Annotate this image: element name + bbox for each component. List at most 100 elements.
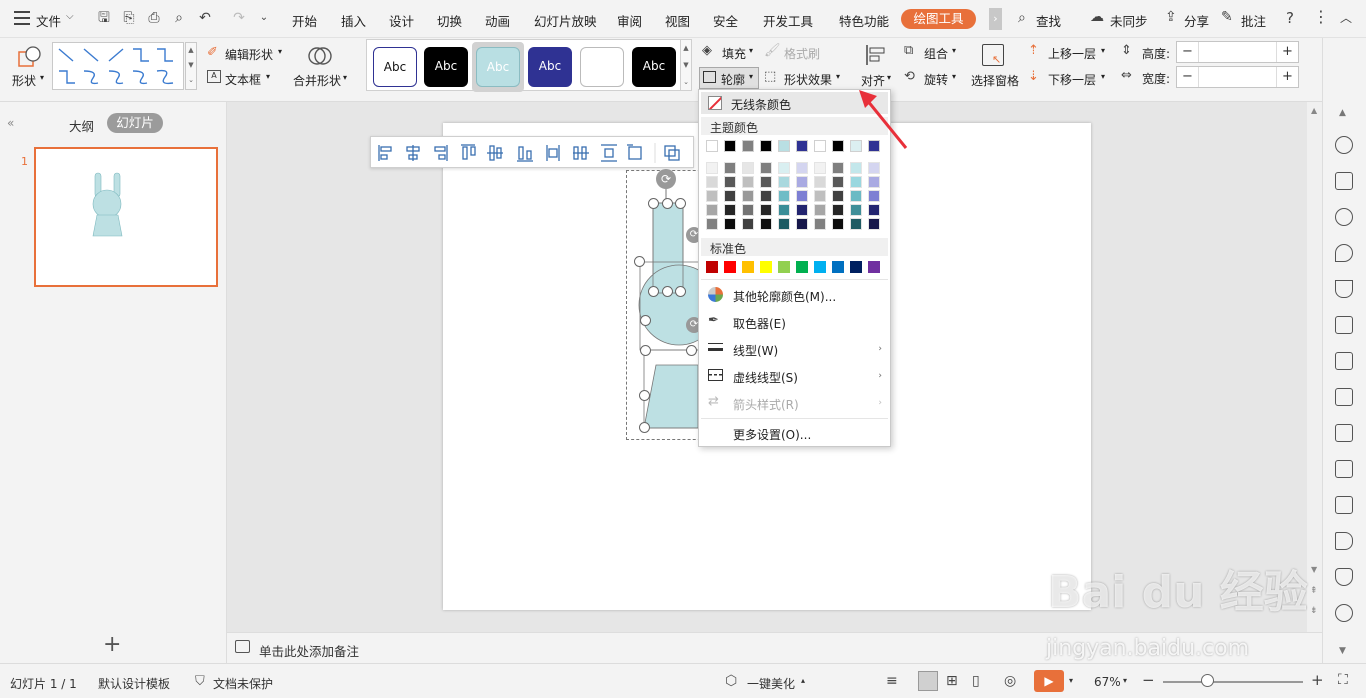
- shape-icon[interactable]: [18, 46, 42, 68]
- height-field[interactable]: − +: [1176, 41, 1299, 63]
- theme-shade-swatch[interactable]: [850, 204, 862, 216]
- theme-shade-swatch[interactable]: [850, 218, 862, 230]
- merge-shape-icon[interactable]: [307, 44, 333, 68]
- collapse-ribbon-icon[interactable]: ︿: [1340, 9, 1352, 26]
- resize-handle[interactable]: [686, 345, 697, 356]
- speaker-icon[interactable]: [1335, 532, 1353, 550]
- tab-security[interactable]: 安全: [713, 11, 738, 30]
- location-icon[interactable]: [1335, 244, 1353, 262]
- play-slideshow-icon[interactable]: ▶: [1034, 670, 1064, 692]
- theme-shade-swatch[interactable]: [778, 204, 790, 216]
- rotate-handle-icon[interactable]: ⟳: [656, 169, 676, 189]
- notes-toggle-icon[interactable]: ≡: [886, 673, 898, 689]
- search-button[interactable]: 查找: [1036, 11, 1061, 30]
- theme-shade-swatch[interactable]: [742, 218, 754, 230]
- theme-color-swatch[interactable]: [814, 140, 826, 152]
- send-backward-button[interactable]: 下移一层: [1048, 71, 1096, 88]
- resize-handle[interactable]: [648, 286, 659, 297]
- reading-view-icon[interactable]: ▯: [972, 673, 980, 689]
- theme-shade-swatch[interactable]: [706, 190, 718, 202]
- tab-developer[interactable]: 开发工具: [763, 11, 813, 30]
- tab-drawing-tools[interactable]: 绘图工具: [901, 9, 976, 29]
- theme-shade-swatch[interactable]: [706, 162, 718, 174]
- tab-start[interactable]: 开始: [292, 11, 317, 30]
- theme-color-swatch[interactable]: [742, 140, 754, 152]
- theme-shade-swatch[interactable]: [814, 162, 826, 174]
- fill-icon[interactable]: ◈: [702, 43, 712, 58]
- resize-handle[interactable]: [662, 198, 673, 209]
- theme-shade-swatch[interactable]: [724, 162, 736, 174]
- tab-slides[interactable]: 幻灯片: [107, 113, 163, 133]
- bring-forward-button[interactable]: 上移一层: [1048, 45, 1096, 62]
- comment-icon[interactable]: ✎: [1221, 9, 1233, 25]
- send-backward-icon[interactable]: ⇣: [1028, 69, 1039, 84]
- customize-icon[interactable]: ⌄: [255, 9, 273, 27]
- width-minus-button[interactable]: −: [1177, 67, 1199, 87]
- merge-shape-button[interactable]: 合并形状: [293, 72, 341, 89]
- undo-icon[interactable]: ↶: [196, 9, 214, 27]
- chevron-down-icon[interactable]: ▾: [278, 47, 282, 56]
- export-icon[interactable]: ⎘: [120, 9, 138, 27]
- chart-icon[interactable]: [1335, 352, 1353, 370]
- rotate-icon[interactable]: ⟲: [904, 69, 915, 84]
- presenter-view-icon[interactable]: ◎: [1004, 673, 1016, 689]
- theme-shade-swatch[interactable]: [832, 190, 844, 202]
- resize-handle[interactable]: [662, 286, 673, 297]
- chevron-up-icon[interactable]: ▴: [801, 676, 805, 685]
- resize-handle[interactable]: [640, 315, 651, 326]
- edit-shape-icon[interactable]: ✐: [207, 45, 218, 60]
- style-gallery-scroll[interactable]: ▲ ▼ ⌄: [680, 39, 692, 91]
- chevron-down-icon[interactable]: ▾: [887, 73, 891, 82]
- style-white[interactable]: [580, 47, 624, 87]
- animation-icon[interactable]: [1335, 136, 1353, 154]
- chevron-down-icon[interactable]: ▾: [1123, 676, 1127, 685]
- theme-shade-swatch[interactable]: [706, 204, 718, 216]
- theme-shade-swatch[interactable]: [868, 190, 880, 202]
- theme-color-swatch[interactable]: [706, 140, 718, 152]
- theme-color-swatch[interactable]: [760, 140, 772, 152]
- group-button[interactable]: 组合: [924, 45, 948, 62]
- theme-shade-swatch[interactable]: [850, 162, 862, 174]
- edit-shape-button[interactable]: 编辑形状: [225, 46, 273, 63]
- theme-shade-swatch[interactable]: [796, 162, 808, 174]
- bring-forward-icon[interactable]: ⇡: [1028, 43, 1039, 58]
- width-plus-button[interactable]: +: [1276, 67, 1298, 87]
- theme-shade-swatch[interactable]: [850, 190, 862, 202]
- tab-insert[interactable]: 插入: [341, 11, 366, 30]
- theme-shade-swatch[interactable]: [832, 204, 844, 216]
- normal-view-icon[interactable]: [918, 671, 938, 691]
- fit-window-icon[interactable]: ⛶: [1338, 672, 1348, 688]
- prev-page-icon[interactable]: ⇞: [1310, 586, 1318, 596]
- vertical-scrollbar[interactable]: ▲ ▼ ⇞ ⇟: [1307, 102, 1322, 632]
- save-icon[interactable]: 🖫: [95, 9, 113, 27]
- chevron-down-icon[interactable]: ▾: [1069, 676, 1073, 685]
- theme-shade-swatch[interactable]: [724, 218, 736, 230]
- add-slide-icon[interactable]: +: [103, 632, 121, 657]
- line-shapes-gallery[interactable]: [52, 42, 184, 90]
- more-settings-item[interactable]: 更多设置(O)...: [733, 426, 811, 443]
- resize-handle[interactable]: [675, 286, 686, 297]
- eyedropper-item[interactable]: 取色器(E): [733, 315, 786, 332]
- chevron-down-icon[interactable]: ▾: [266, 72, 270, 81]
- group-icon[interactable]: ⧉: [904, 43, 913, 58]
- cloud-icon[interactable]: ☁: [1090, 9, 1104, 25]
- collapse-panel-icon[interactable]: «: [7, 116, 14, 130]
- tab-features[interactable]: 特色功能: [839, 11, 889, 30]
- standard-color-swatch[interactable]: [742, 261, 754, 273]
- theme-shade-swatch[interactable]: [706, 218, 718, 230]
- theme-shade-swatch[interactable]: [814, 204, 826, 216]
- theme-shade-swatch[interactable]: [814, 190, 826, 202]
- resize-handle[interactable]: [639, 390, 650, 401]
- theme-shade-swatch[interactable]: [778, 176, 790, 188]
- theme-shade-swatch[interactable]: [868, 204, 880, 216]
- beautify-button[interactable]: 一键美化: [747, 675, 795, 692]
- theme-shade-swatch[interactable]: [760, 162, 772, 174]
- theme-shade-swatch[interactable]: [742, 190, 754, 202]
- archive-icon[interactable]: [1335, 496, 1353, 514]
- style-teal[interactable]: Abc: [476, 47, 520, 87]
- outline-button[interactable]: 轮廓: [721, 71, 745, 88]
- protection-status[interactable]: 文档未保护: [213, 675, 273, 692]
- theme-shade-swatch[interactable]: [778, 190, 790, 202]
- rabbit-shape[interactable]: [626, 170, 706, 440]
- tab-design[interactable]: 设计: [389, 11, 414, 30]
